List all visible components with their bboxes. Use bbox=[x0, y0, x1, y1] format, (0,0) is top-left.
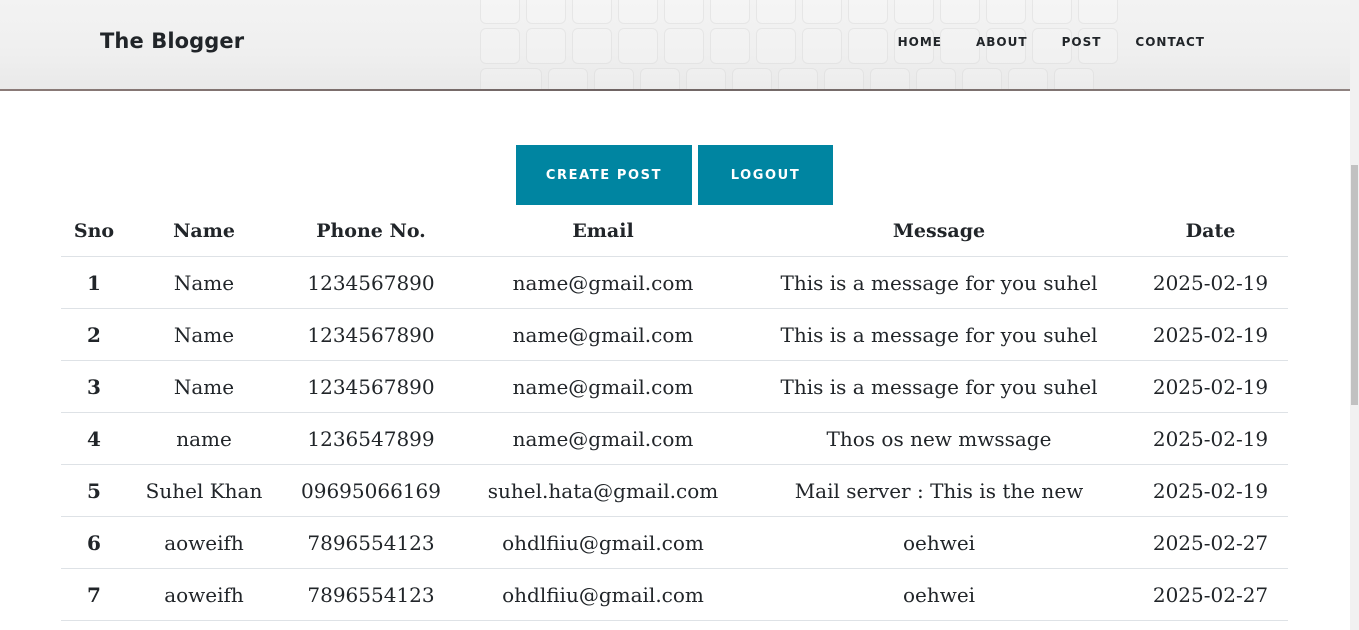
column-header-date: Date bbox=[1133, 205, 1288, 257]
cell-email: suhel.hata@gmail.com bbox=[461, 464, 745, 517]
logout-button[interactable]: LOGOUT bbox=[698, 145, 833, 205]
cell-date: 2025-02-19 bbox=[1133, 256, 1288, 309]
cell-email: name@gmail.com bbox=[461, 256, 745, 309]
cell-phone: 7896554123 bbox=[281, 568, 461, 621]
cell-sno: 2 bbox=[61, 308, 127, 361]
table-row: 4 name 1236547899 name@gmail.com Thos os… bbox=[61, 412, 1288, 465]
masthead: The Blogger HOME ABOUT POST CONTACT bbox=[0, 0, 1350, 90]
table-row: 3 Name 1234567890 name@gmail.com This is… bbox=[61, 360, 1288, 413]
cell-sno: 7 bbox=[61, 568, 127, 621]
vertical-scrollbar[interactable] bbox=[1350, 0, 1359, 630]
contacts-table: Sno Name Phone No. Email Message Date 1 … bbox=[61, 205, 1288, 621]
nav-post[interactable]: POST bbox=[1045, 35, 1119, 49]
cell-message: Mail server : This is the new bbox=[745, 464, 1133, 517]
contacts-table-container: Sno Name Phone No. Email Message Date 1 … bbox=[61, 205, 1288, 621]
cell-name: aoweifh bbox=[127, 516, 281, 569]
cell-phone: 1236547899 bbox=[281, 412, 461, 465]
table-row: 6 aoweifh 7896554123 ohdlfiiu@gmail.com … bbox=[61, 516, 1288, 569]
column-header-phone: Phone No. bbox=[281, 205, 461, 257]
page: The Blogger HOME ABOUT POST CONTACT CREA… bbox=[0, 0, 1359, 630]
cell-sno: 1 bbox=[61, 256, 127, 309]
column-header-name: Name bbox=[127, 205, 281, 257]
cell-phone: 1234567890 bbox=[281, 308, 461, 361]
cell-name: Name bbox=[127, 256, 281, 309]
table-row: 2 Name 1234567890 name@gmail.com This is… bbox=[61, 308, 1288, 361]
scrollbar-thumb[interactable] bbox=[1351, 165, 1358, 405]
cell-date: 2025-02-27 bbox=[1133, 568, 1288, 621]
table-row: 1 Name 1234567890 name@gmail.com This is… bbox=[61, 256, 1288, 309]
cell-name: name bbox=[127, 412, 281, 465]
cell-message: Thos os new mwssage bbox=[745, 412, 1133, 465]
cell-message: This is a message for you suhel bbox=[745, 256, 1133, 309]
action-buttons: CREATE POST LOGOUT bbox=[516, 145, 833, 205]
table-header-row: Sno Name Phone No. Email Message Date bbox=[61, 205, 1288, 257]
column-header-email: Email bbox=[461, 205, 745, 257]
cell-email: name@gmail.com bbox=[461, 360, 745, 413]
create-post-button[interactable]: CREATE POST bbox=[516, 145, 692, 205]
cell-phone: 1234567890 bbox=[281, 256, 461, 309]
header-divider bbox=[0, 89, 1350, 91]
cell-sno: 6 bbox=[61, 516, 127, 569]
cell-email: ohdlfiiu@gmail.com bbox=[461, 516, 745, 569]
main-nav: HOME ABOUT POST CONTACT bbox=[881, 35, 1222, 49]
cell-date: 2025-02-19 bbox=[1133, 360, 1288, 413]
cell-name: Suhel Khan bbox=[127, 464, 281, 517]
cell-message: oehwei bbox=[745, 516, 1133, 569]
cell-email: name@gmail.com bbox=[461, 412, 745, 465]
cell-email: name@gmail.com bbox=[461, 308, 745, 361]
table-row: 7 aoweifh 7896554123 ohdlfiiu@gmail.com … bbox=[61, 568, 1288, 621]
cell-phone: 1234567890 bbox=[281, 360, 461, 413]
cell-date: 2025-02-27 bbox=[1133, 516, 1288, 569]
column-header-sno: Sno bbox=[61, 205, 127, 257]
cell-date: 2025-02-19 bbox=[1133, 308, 1288, 361]
column-header-message: Message bbox=[745, 205, 1133, 257]
cell-sno: 3 bbox=[61, 360, 127, 413]
cell-phone: 7896554123 bbox=[281, 516, 461, 569]
cell-message: This is a message for you suhel bbox=[745, 308, 1133, 361]
nav-contact[interactable]: CONTACT bbox=[1118, 35, 1222, 49]
cell-message: oehwei bbox=[745, 568, 1133, 621]
cell-name: Name bbox=[127, 360, 281, 413]
nav-about[interactable]: ABOUT bbox=[959, 35, 1045, 49]
table-row: 5 Suhel Khan 09695066169 suhel.hata@gmai… bbox=[61, 464, 1288, 517]
cell-date: 2025-02-19 bbox=[1133, 412, 1288, 465]
cell-name: Name bbox=[127, 308, 281, 361]
cell-sno: 4 bbox=[61, 412, 127, 465]
cell-sno: 5 bbox=[61, 464, 127, 517]
nav-home[interactable]: HOME bbox=[881, 35, 959, 49]
cell-phone: 09695066169 bbox=[281, 464, 461, 517]
cell-name: aoweifh bbox=[127, 568, 281, 621]
cell-message: This is a message for you suhel bbox=[745, 360, 1133, 413]
cell-date: 2025-02-19 bbox=[1133, 464, 1288, 517]
site-brand[interactable]: The Blogger bbox=[100, 29, 244, 53]
cell-email: ohdlfiiu@gmail.com bbox=[461, 568, 745, 621]
